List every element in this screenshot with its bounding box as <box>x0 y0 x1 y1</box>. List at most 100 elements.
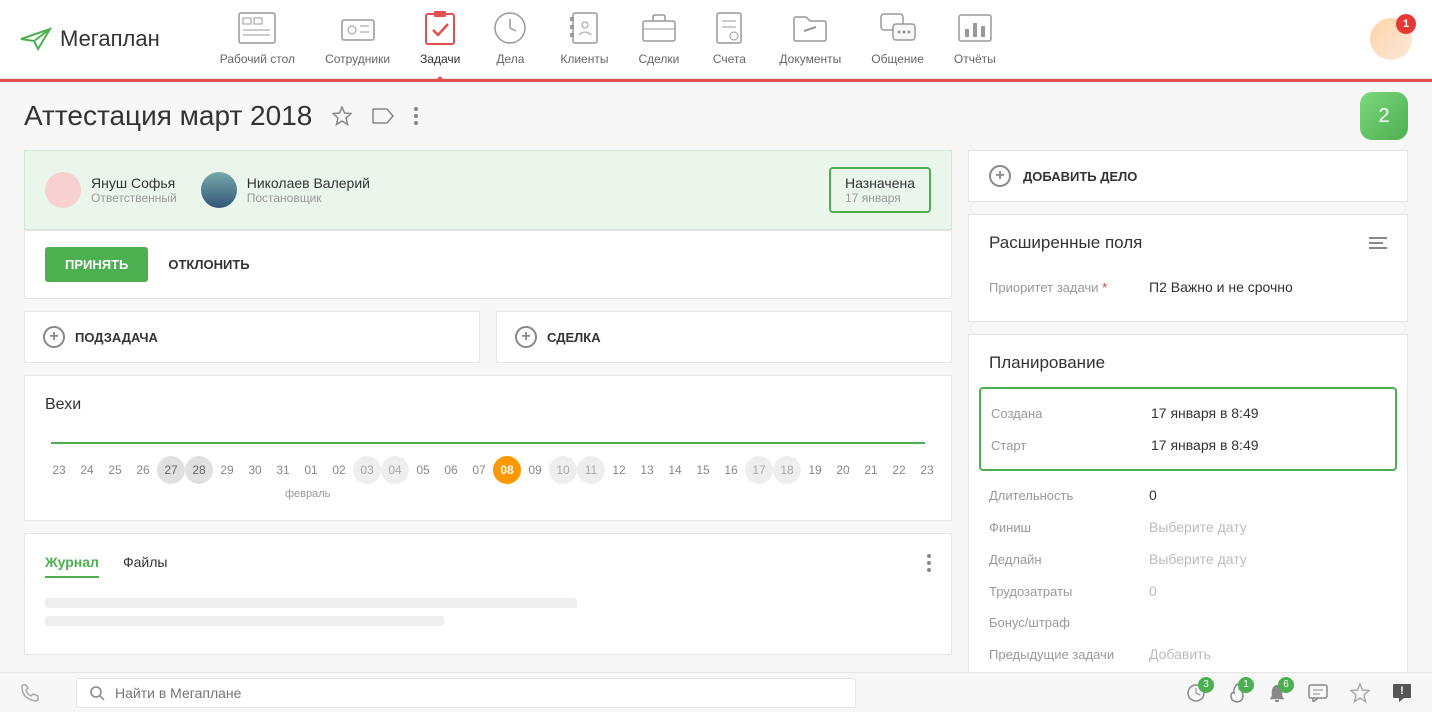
folder-icon <box>792 13 828 43</box>
field-duration[interactable]: Длительность 0 <box>989 479 1387 511</box>
skeleton-line <box>45 598 577 608</box>
timeline-day[interactable]: 03 <box>353 456 381 484</box>
avatar <box>45 172 81 208</box>
reject-button[interactable]: ОТКЛОНИТЬ <box>168 257 249 272</box>
timeline-day[interactable]: 04 <box>381 456 409 484</box>
nav-employees[interactable]: Сотрудники <box>325 10 390 68</box>
timeline-day[interactable]: 02 <box>325 456 353 484</box>
search-wrap[interactable] <box>76 678 856 708</box>
settings-icon[interactable] <box>1369 236 1387 250</box>
user-avatar[interactable]: 1 <box>1370 18 1412 60</box>
timeline-day[interactable]: 12 <box>605 456 633 484</box>
tag-icon[interactable] <box>372 108 394 124</box>
timeline-days[interactable]: 2324252627282930310102030405060708091011… <box>45 456 931 484</box>
tab-files[interactable]: Файлы <box>123 554 167 578</box>
timeline-day[interactable]: 25 <box>101 456 129 484</box>
timeline-day[interactable]: 08 <box>493 456 521 484</box>
timeline-day[interactable]: 27 <box>157 456 185 484</box>
clock-icon <box>493 11 527 45</box>
timeline-day[interactable]: 06 <box>437 456 465 484</box>
actions-row: ПРИНЯТЬ ОТКЛОНИТЬ <box>24 230 952 299</box>
timeline-day[interactable]: 30 <box>241 456 269 484</box>
employees-icon <box>339 12 377 44</box>
nav-invoices[interactable]: Счета <box>709 10 749 68</box>
accept-button[interactable]: ПРИНЯТЬ <box>45 247 148 282</box>
add-affair-button[interactable]: + ДОБАВИТЬ ДЕЛО <box>968 150 1408 202</box>
timeline-day[interactable]: 23 <box>913 456 941 484</box>
field-priority[interactable]: Приоритет задачи * П2 Важно и не срочно <box>989 271 1387 303</box>
timeline-day[interactable]: 24 <box>73 456 101 484</box>
add-deal-button[interactable]: + СДЕЛКА <box>496 311 952 363</box>
nav-tasks[interactable]: Задачи <box>420 10 460 68</box>
chat-icon <box>879 12 917 44</box>
author-name: Николаев Валерий <box>247 175 370 191</box>
timeline-day[interactable]: 22 <box>885 456 913 484</box>
search-icon <box>89 685 105 701</box>
footer-bell-icon[interactable]: 6 <box>1268 683 1286 703</box>
timeline-day[interactable]: 13 <box>633 456 661 484</box>
timeline-day[interactable]: 31 <box>269 456 297 484</box>
timeline-day[interactable]: 05 <box>409 456 437 484</box>
responsible-person[interactable]: Януш Софья Ответственный <box>45 172 177 208</box>
nav-affairs[interactable]: Дела <box>490 10 530 68</box>
planning-card: Планирование Создана 17 января в 8:49 Ст… <box>968 334 1408 689</box>
desktop-icon <box>238 12 276 44</box>
timeline-day[interactable]: 14 <box>661 456 689 484</box>
footer-fire-icon[interactable]: 1 <box>1228 683 1246 703</box>
star-icon[interactable] <box>332 106 352 126</box>
count-badge[interactable]: 2 <box>1360 92 1408 140</box>
timeline-day[interactable]: 07 <box>465 456 493 484</box>
timeline-day[interactable]: 16 <box>717 456 745 484</box>
title-row: Аттестация март 2018 2 <box>0 82 1432 150</box>
footer-star-icon[interactable] <box>1350 683 1370 703</box>
extended-fields-title: Расширенные поля <box>989 233 1142 253</box>
author-person[interactable]: Николаев Валерий Постановщик <box>201 172 370 208</box>
journal-more-icon[interactable] <box>927 554 931 572</box>
field-effort[interactable]: Трудозатраты 0 <box>989 575 1387 607</box>
field-bonus[interactable]: Бонус/штраф <box>989 607 1387 638</box>
timeline-day[interactable]: 18 <box>773 456 801 484</box>
logo[interactable]: Мегаплан <box>20 26 160 52</box>
main-header: Мегаплан Рабочий стол Сотрудники Задачи … <box>0 0 1432 79</box>
nav-chat[interactable]: Общение <box>871 10 924 68</box>
timeline-day[interactable]: 11 <box>577 456 605 484</box>
footer-bar: 3 1 6 ! <box>0 672 1432 712</box>
timeline-day[interactable]: 17 <box>745 456 773 484</box>
more-icon[interactable] <box>414 107 418 125</box>
timeline-day[interactable]: 28 <box>185 456 213 484</box>
timeline-day[interactable]: 09 <box>521 456 549 484</box>
field-created: Создана 17 января в 8:49 <box>991 397 1385 429</box>
footer-chat-icon[interactable] <box>1308 684 1328 702</box>
field-finish[interactable]: Финиш Выберите дату <box>989 511 1387 543</box>
nav-clients[interactable]: Клиенты <box>560 10 608 68</box>
timeline-day[interactable]: 23 <box>45 456 73 484</box>
timeline-day[interactable]: 20 <box>829 456 857 484</box>
milestones-title: Вехи <box>45 396 931 414</box>
nav-documents[interactable]: Документы <box>779 10 841 68</box>
search-input[interactable] <box>115 685 843 701</box>
phone-icon[interactable] <box>20 683 40 703</box>
nav-desktop[interactable]: Рабочий стол <box>220 10 295 68</box>
timeline-day[interactable]: 19 <box>801 456 829 484</box>
timeline-day[interactable]: 29 <box>213 456 241 484</box>
footer-feedback-icon[interactable]: ! <box>1392 683 1412 703</box>
timeline-day[interactable]: 21 <box>857 456 885 484</box>
footer-clock-icon[interactable]: 3 <box>1186 683 1206 703</box>
nav-reports[interactable]: Отчёты <box>954 10 996 68</box>
responsible-role: Ответственный <box>91 191 177 205</box>
timeline-line <box>51 442 925 444</box>
timeline-day[interactable]: 15 <box>689 456 717 484</box>
nav-deals[interactable]: Сделки <box>638 10 679 68</box>
plus-icon: + <box>515 326 537 348</box>
status-date: 17 января <box>845 191 915 205</box>
avatar <box>201 172 237 208</box>
field-start[interactable]: Старт 17 января в 8:49 <box>991 429 1385 461</box>
add-subtask-button[interactable]: + ПОДЗАДАЧА <box>24 311 480 363</box>
field-deadline[interactable]: Дедлайн Выберите дату <box>989 543 1387 575</box>
paper-plane-icon <box>20 27 52 51</box>
tab-journal[interactable]: Журнал <box>45 554 99 578</box>
field-prev-tasks[interactable]: Предыдущие задачи Добавить <box>989 638 1387 670</box>
timeline-day[interactable]: 10 <box>549 456 577 484</box>
timeline-day[interactable]: 26 <box>129 456 157 484</box>
timeline-day[interactable]: 01 <box>297 456 325 484</box>
